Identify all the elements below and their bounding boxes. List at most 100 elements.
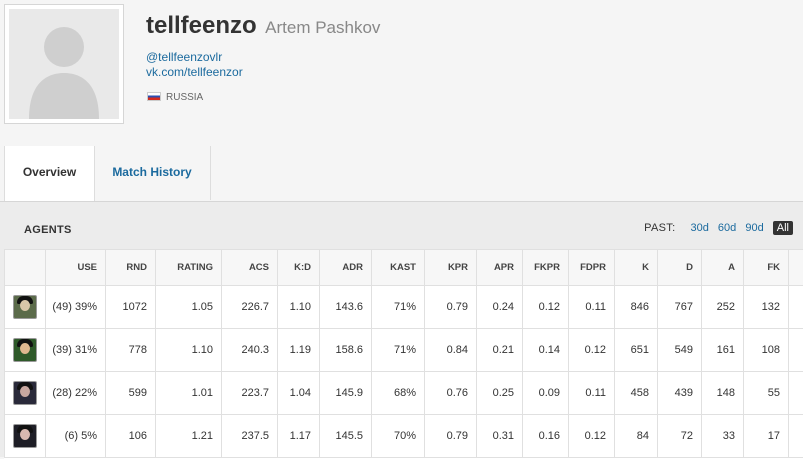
stat-cell: 439 bbox=[658, 372, 702, 415]
stat-cell: 143.6 bbox=[320, 286, 372, 329]
stat-cell: 72 bbox=[658, 415, 702, 458]
stat-cell: 106 bbox=[106, 415, 156, 458]
stat-cell: 226.7 bbox=[222, 286, 278, 329]
stat-cell: (28) 22% bbox=[46, 372, 106, 415]
stat-cell: 778 bbox=[106, 329, 156, 372]
stat-cell: (6) 5% bbox=[46, 415, 106, 458]
column-header[interactable]: APR bbox=[477, 250, 523, 286]
agents-title: AGENTS bbox=[24, 224, 72, 236]
stat-cell: 71% bbox=[372, 329, 425, 372]
past-90d-option[interactable]: 90d bbox=[745, 222, 763, 234]
agent-1-icon bbox=[13, 295, 37, 319]
stat-cell: 846 bbox=[615, 286, 658, 329]
column-header[interactable]: FKPR bbox=[523, 250, 569, 286]
column-header[interactable]: ADR bbox=[320, 250, 372, 286]
past-30d-option[interactable]: 30d bbox=[691, 222, 709, 234]
stat-cell: 1.21 bbox=[156, 415, 222, 458]
agents-table: USE RND RATING ACS K:D ADR KAST KPR APR … bbox=[4, 249, 803, 458]
column-header[interactable]: RATING bbox=[156, 250, 222, 286]
stat-cell: 0.21 bbox=[477, 329, 523, 372]
stat-cell: 0.12 bbox=[523, 286, 569, 329]
stat-cell: 158.6 bbox=[320, 329, 372, 372]
player-handle: tellfeenzo bbox=[146, 12, 257, 39]
stat-cell: 651 bbox=[615, 329, 658, 372]
column-header[interactable]: KAST bbox=[372, 250, 425, 286]
table-row: (28) 22%5991.01223.71.04145.968%0.760.25… bbox=[5, 372, 803, 415]
stat-cell: 0.79 bbox=[425, 415, 477, 458]
stat-cell: 1.10 bbox=[278, 286, 320, 329]
stat-cell: 1.10 bbox=[156, 329, 222, 372]
stat-cell: 0.09 bbox=[523, 372, 569, 415]
stat-cell: 0.12 bbox=[569, 329, 615, 372]
table-header-row: USE RND RATING ACS K:D ADR KAST KPR APR … bbox=[5, 250, 803, 286]
column-header[interactable]: A bbox=[702, 250, 744, 286]
stat-cell: (49) 39% bbox=[46, 286, 106, 329]
past-filter: PAST: 30d 60d 90d All bbox=[644, 222, 793, 234]
stat-cell: 0.24 bbox=[477, 286, 523, 329]
agents-table-wrap[interactable]: USE RND RATING ACS K:D ADR KAST KPR APR … bbox=[4, 249, 803, 459]
twitter-link[interactable]: @tellfeenzovlr bbox=[146, 50, 222, 64]
stat-cell: 65 bbox=[789, 372, 803, 415]
agent-4-icon bbox=[13, 424, 37, 448]
stat-cell: 0.31 bbox=[477, 415, 523, 458]
tab-overview[interactable]: Overview bbox=[4, 146, 95, 201]
player-name-row: tellfeenzo Artem Pashkov bbox=[146, 12, 380, 40]
column-header[interactable]: FK bbox=[744, 250, 789, 286]
stat-cell: 33 bbox=[702, 415, 744, 458]
agent-cell bbox=[5, 415, 46, 458]
column-header[interactable]: ACS bbox=[222, 250, 278, 286]
player-real-name: Artem Pashkov bbox=[265, 18, 380, 37]
stat-cell: 549 bbox=[658, 329, 702, 372]
agents-panel: AGENTS PAST: 30d 60d 90d All USE RND RAT… bbox=[0, 201, 803, 457]
stat-cell: 70% bbox=[372, 415, 425, 458]
stat-cell: 0.12 bbox=[569, 415, 615, 458]
stat-cell: 1.01 bbox=[156, 372, 222, 415]
stat-cell: 13 bbox=[789, 415, 803, 458]
column-header bbox=[5, 250, 46, 286]
stat-cell: 599 bbox=[106, 372, 156, 415]
table-row: (6) 5%1061.21237.51.17145.570%0.790.310.… bbox=[5, 415, 803, 458]
stat-cell: 767 bbox=[658, 286, 702, 329]
stat-cell: 121 bbox=[789, 286, 803, 329]
column-header[interactable]: RND bbox=[106, 250, 156, 286]
agent-2-icon bbox=[13, 338, 37, 362]
profile-header: tellfeenzo Artem Pashkov @tellfeenzovlr … bbox=[0, 0, 803, 147]
past-60d-option[interactable]: 60d bbox=[718, 222, 736, 234]
profile-tabs: Overview Match History bbox=[0, 146, 803, 200]
agent-cell bbox=[5, 286, 46, 329]
agents-table-body: (49) 39%10721.05226.71.10143.671%0.790.2… bbox=[5, 286, 803, 458]
stat-cell: 1.05 bbox=[156, 286, 222, 329]
avatar bbox=[4, 4, 124, 124]
russia-flag-icon bbox=[147, 92, 161, 101]
table-row: (49) 39%10721.05226.71.10143.671%0.790.2… bbox=[5, 286, 803, 329]
past-all-option[interactable]: All bbox=[773, 221, 793, 235]
stat-cell: 1.17 bbox=[278, 415, 320, 458]
stat-cell: 108 bbox=[744, 329, 789, 372]
stat-cell: 145.9 bbox=[320, 372, 372, 415]
column-header[interactable]: D bbox=[658, 250, 702, 286]
stat-cell: 1072 bbox=[106, 286, 156, 329]
stat-cell: 223.7 bbox=[222, 372, 278, 415]
stat-cell: 148 bbox=[702, 372, 744, 415]
past-label: PAST: bbox=[644, 222, 675, 234]
stat-cell: 1.19 bbox=[278, 329, 320, 372]
column-header[interactable]: K bbox=[615, 250, 658, 286]
stat-cell: 0.11 bbox=[569, 286, 615, 329]
column-header[interactable]: KPR bbox=[425, 250, 477, 286]
country: RUSSIA bbox=[147, 92, 203, 103]
stat-cell: 0.16 bbox=[523, 415, 569, 458]
tab-match-history[interactable]: Match History bbox=[94, 146, 211, 200]
column-header[interactable]: FDPR bbox=[569, 250, 615, 286]
stat-cell: 1.04 bbox=[278, 372, 320, 415]
stat-cell: 458 bbox=[615, 372, 658, 415]
agent-3-icon bbox=[13, 381, 37, 405]
column-header[interactable]: FD bbox=[789, 250, 803, 286]
stat-cell: (39) 31% bbox=[46, 329, 106, 372]
vk-link[interactable]: vk.com/tellfeenzor bbox=[146, 65, 243, 79]
table-row: (39) 31%7781.10240.31.19158.671%0.840.21… bbox=[5, 329, 803, 372]
stat-cell: 68% bbox=[372, 372, 425, 415]
stat-cell: 145.5 bbox=[320, 415, 372, 458]
column-header[interactable]: USE bbox=[46, 250, 106, 286]
column-header[interactable]: K:D bbox=[278, 250, 320, 286]
country-label: RUSSIA bbox=[166, 92, 203, 103]
